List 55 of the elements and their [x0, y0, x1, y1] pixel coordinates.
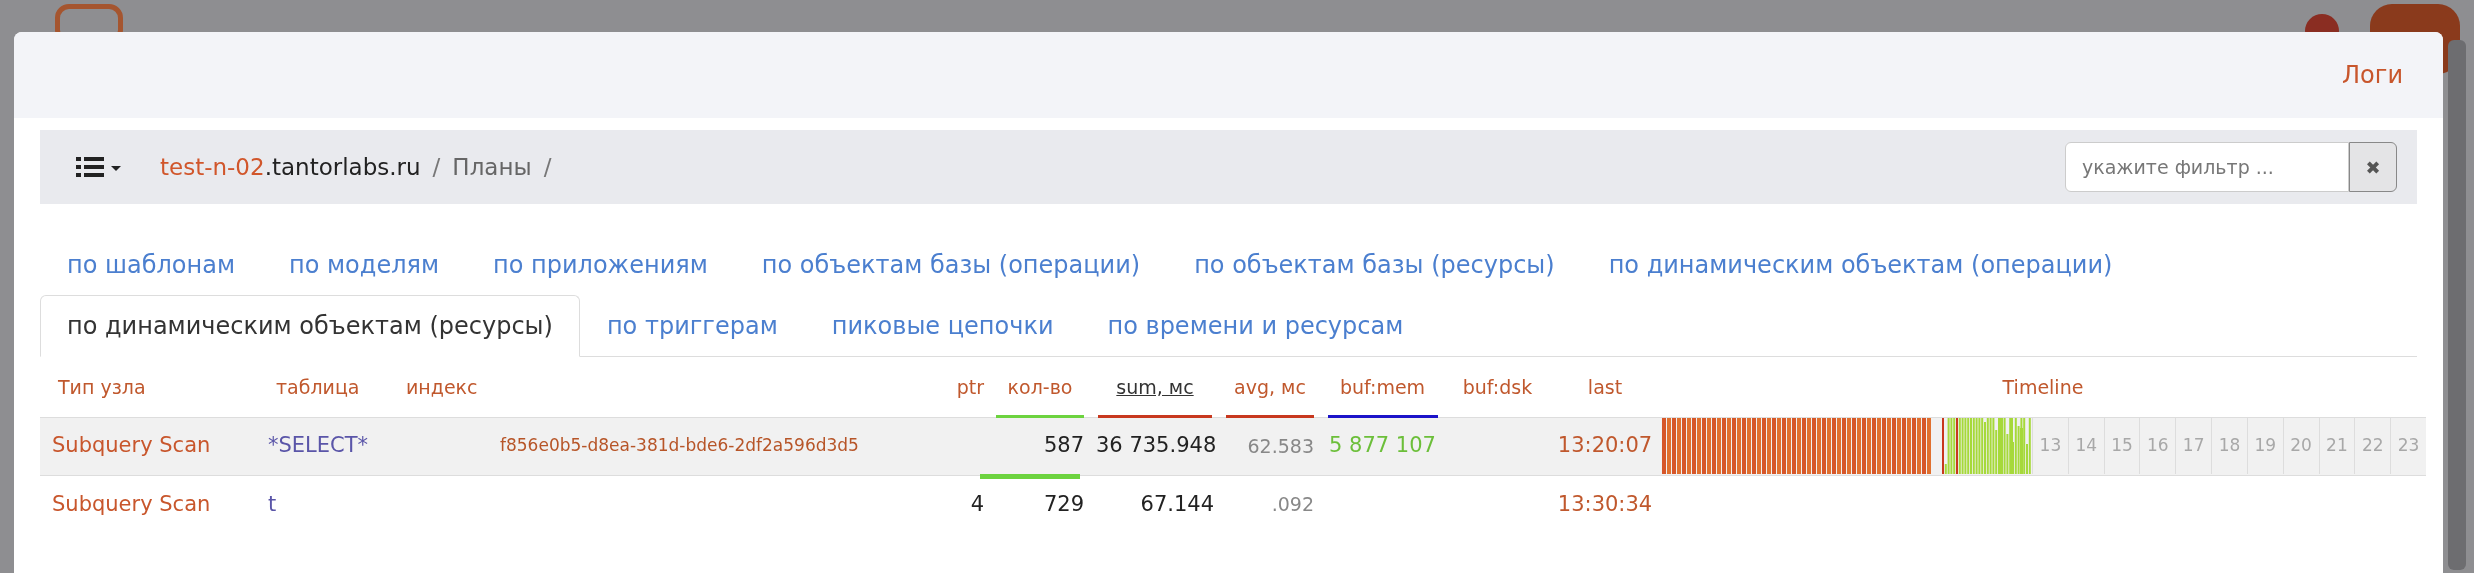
column-header[interactable]: buf:dsk [1462, 375, 1533, 398]
table-row[interactable]: Subquery Scan t 4 729 67.144 .092 13:30:34 [40, 475, 2426, 533]
tab[interactable]: по приложениям [466, 234, 735, 296]
table-name: *SELECT* [268, 433, 369, 458]
hour-label: 13 [2039, 434, 2062, 458]
host-link[interactable]: test-n-02.tantorlabs.ru [160, 149, 421, 185]
hour-label: 21 [2326, 434, 2348, 458]
column-header[interactable]: sum, мс [1116, 375, 1194, 398]
hour-label: 16 [2147, 434, 2169, 458]
column-header[interactable]: Timeline [2002, 375, 2084, 398]
column-header[interactable]: ptr [956, 375, 984, 398]
column-header[interactable]: avg, мс [1234, 375, 1306, 398]
hour-label: 17 [2182, 434, 2205, 458]
hour-label: 19 [2254, 434, 2277, 458]
node-type-link[interactable]: Subquery Scan [52, 491, 211, 516]
breadcrumb-separator: / [432, 152, 441, 182]
sum-value: 36 735.948 [1096, 433, 1217, 458]
buffer-memory-value: 5 877 107 [1329, 433, 1436, 458]
filter-field[interactable]: укажите фильтр ... [2065, 142, 2349, 192]
hour-label: 22 [2361, 434, 2384, 458]
ptr-value: 4 [970, 491, 984, 516]
column-header[interactable]: buf:mem [1339, 375, 1426, 398]
column-header[interactable]: таблица [276, 375, 360, 398]
tab[interactable]: по объектам базы (ресурсы) [1167, 234, 1582, 296]
hour-label: 20 [2290, 434, 2312, 458]
last-time: 13:20:07 [1557, 433, 1653, 458]
tab[interactable]: по времени и ресурсам [1080, 295, 1431, 357]
index-name: f856e0b5-d8ea-381d-bde6-2df2a596d3d5 [500, 435, 859, 456]
count-value: 729 [1043, 491, 1084, 516]
clear-button[interactable]: ✖ [2349, 142, 2397, 192]
breadcrumb-item: Планы [452, 152, 532, 182]
column-header[interactable]: кол-во [1007, 375, 1073, 398]
tab[interactable]: по динамическим объектам (операции) [1581, 234, 2140, 296]
tab[interactable]: пиковые цепочки [804, 295, 1081, 357]
sum-value: 67.144 [1140, 491, 1214, 516]
avg-value: 62.583 [1247, 434, 1314, 457]
table-name: t [268, 491, 277, 516]
column-header[interactable]: Тип узла [58, 375, 146, 398]
count-value: 587 [1043, 433, 1084, 458]
tab[interactable]: по динамическим объектам (ресурсы) [40, 295, 580, 357]
logs-link[interactable]: Логи [2342, 57, 2403, 93]
tab[interactable]: по объектам базы (операции) [734, 234, 1168, 296]
table-row[interactable]: Subquery Scan *SELECT* f856e0b5-d8ea-381d-bde6-2df2a596d3d5 587 36 735.948 62.583 5 877 107 13:20:07 13 14 15 16 17 18 19 20 21 22 23 [40, 417, 2426, 475]
tab[interactable]: по триггерам [579, 295, 805, 357]
hour-label: 23 [2397, 434, 2420, 458]
hour-label: 14 [2075, 434, 2098, 458]
last-time: 13:30:34 [1557, 491, 1653, 516]
hour-label: 18 [2218, 434, 2241, 458]
column-header[interactable]: индекс [406, 375, 478, 398]
tab[interactable]: по шаблонам [40, 234, 262, 296]
column-header[interactable]: last [1587, 375, 1623, 398]
breadcrumb-separator: / [543, 152, 552, 182]
hour-label: 15 [2111, 434, 2133, 458]
avg-value: .092 [1271, 493, 1314, 515]
tab[interactable]: по моделям [262, 234, 467, 296]
